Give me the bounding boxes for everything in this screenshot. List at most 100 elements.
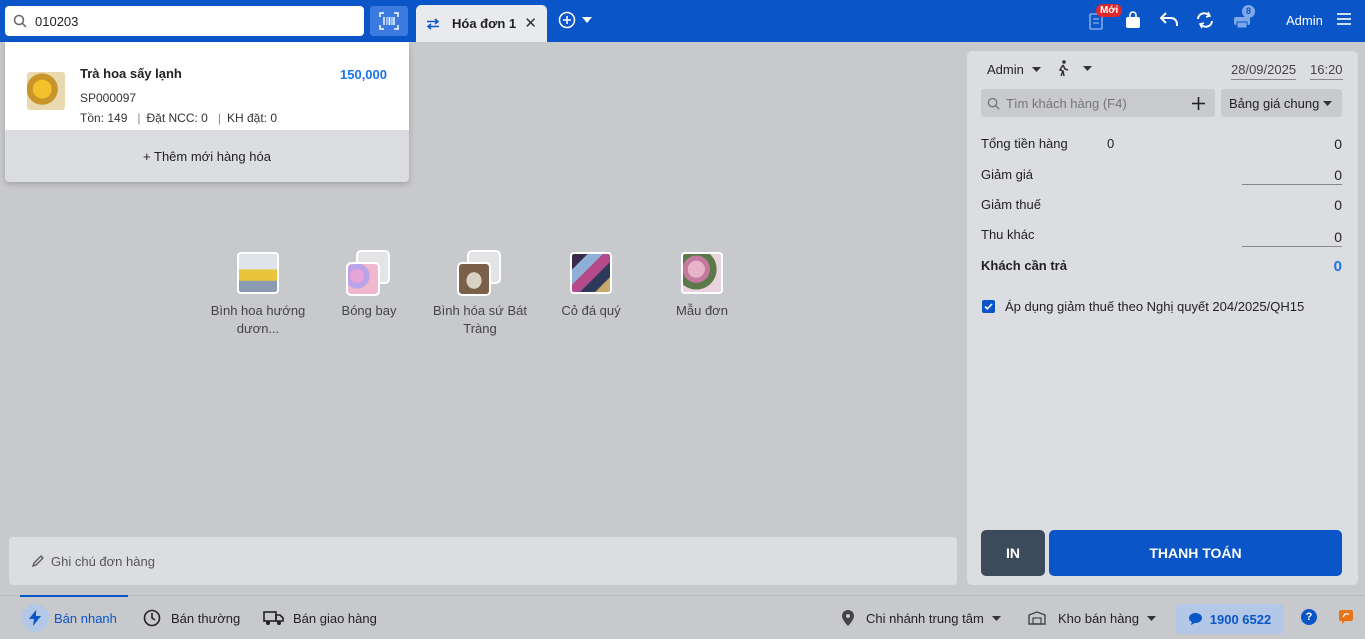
category-image bbox=[679, 250, 725, 296]
hotline-button[interactable]: 1900 6522 bbox=[1176, 604, 1284, 634]
caret-down-icon bbox=[1031, 67, 1041, 72]
caret-down-icon bbox=[1146, 615, 1156, 621]
customer-search-box[interactable] bbox=[981, 89, 1215, 117]
total-row: Tổng tiền hàng 0 0 bbox=[981, 136, 1342, 152]
search-result-item[interactable]: Trà hoa sấy lạnh 150,000 SP000097 Tồn: 1… bbox=[5, 42, 409, 130]
mode-quick-sale[interactable]: Bán nhanh bbox=[21, 596, 117, 639]
hotline-number: 1900 6522 bbox=[1209, 611, 1272, 627]
sync-icon[interactable] bbox=[1196, 11, 1214, 29]
add-new-product-button[interactable]: + Thêm mới hàng hóa bbox=[5, 130, 409, 182]
caret-down-icon bbox=[582, 17, 592, 23]
help-icon[interactable]: ? bbox=[1301, 609, 1317, 625]
category-balloons[interactable]: Bóng bay bbox=[314, 250, 424, 320]
total-label: Tổng tiền hàng bbox=[981, 136, 1068, 151]
clock-icon bbox=[143, 609, 161, 627]
category-image bbox=[235, 250, 281, 296]
walking-person-icon bbox=[1058, 60, 1069, 77]
category-label: Bóng bay bbox=[341, 303, 397, 318]
caret-down-icon bbox=[1323, 100, 1332, 106]
caret-down-icon bbox=[991, 615, 1001, 621]
apply-tax-checkbox[interactable] bbox=[982, 300, 995, 313]
mode-label: Bán thường bbox=[171, 610, 241, 626]
to-pay-row: Khách cần trả 0 bbox=[981, 258, 1342, 275]
price-list-selector[interactable]: Bảng giá chung bbox=[1221, 89, 1342, 117]
category-image bbox=[346, 250, 392, 296]
lightning-icon bbox=[21, 604, 49, 632]
user-name[interactable]: Admin bbox=[1286, 13, 1323, 28]
product-search-input[interactable] bbox=[35, 13, 345, 29]
print-button[interactable]: IN bbox=[981, 530, 1045, 576]
tab-invoice-1[interactable]: Hóa đơn 1 ✕ bbox=[416, 5, 547, 42]
product-price: 150,000 bbox=[340, 67, 387, 82]
seller-selector[interactable]: Admin bbox=[987, 62, 1041, 77]
tax-reduction-row: Giảm thuế 0 bbox=[981, 197, 1342, 213]
other-income-input[interactable]: 0 bbox=[1242, 229, 1342, 247]
warehouse-icon bbox=[1028, 611, 1046, 625]
hamburger-menu-icon[interactable] bbox=[1337, 13, 1351, 25]
apply-tax-label: Áp dụng giảm thuế theo Nghị quyết 204/20… bbox=[1005, 299, 1305, 314]
category-gem-grass[interactable]: Cỏ đá quý bbox=[536, 250, 646, 320]
discount-row: Giảm giá 0 bbox=[981, 167, 1342, 185]
product-code: SP000097 bbox=[80, 91, 137, 105]
category-bat-trang-vase[interactable]: Bình hóa sứ Bát Tràng bbox=[425, 250, 535, 338]
mode-normal-sale[interactable]: Bán thường bbox=[143, 596, 240, 639]
undo-icon[interactable] bbox=[1160, 11, 1178, 27]
category-image bbox=[568, 250, 614, 296]
customer-order-count: KH đặt: 0 bbox=[226, 111, 278, 125]
apply-tax-checkbox-row[interactable]: Áp dụng giảm thuế theo Nghị quyết 204/20… bbox=[982, 299, 1304, 314]
add-tab-button[interactable] bbox=[558, 11, 592, 29]
other-income-label: Thu khác bbox=[981, 227, 1035, 242]
feedback-icon[interactable] bbox=[1339, 610, 1353, 624]
search-icon bbox=[987, 97, 1000, 110]
product-name: Trà hoa sấy lạnh bbox=[80, 66, 182, 81]
add-customer-icon[interactable] bbox=[1192, 96, 1205, 110]
truck-icon bbox=[263, 611, 284, 625]
branch-name: Chi nhánh trung tâm bbox=[866, 610, 984, 626]
close-tab-icon[interactable]: ✕ bbox=[524, 14, 537, 32]
pencil-icon bbox=[31, 555, 44, 568]
category-label: Cỏ đá quý bbox=[561, 303, 621, 318]
discount-label: Giảm giá bbox=[981, 167, 1034, 182]
shopping-bag-icon[interactable] bbox=[1125, 11, 1141, 29]
discount-input[interactable]: 0 bbox=[1242, 167, 1342, 185]
check-icon bbox=[984, 303, 993, 310]
category-sunflower-vase[interactable]: Bình hoa hướng dươn... bbox=[203, 250, 313, 338]
plus-circle-icon bbox=[558, 11, 576, 29]
total-value: 0 bbox=[1334, 136, 1342, 152]
warehouse-selector[interactable]: Kho bán hàng bbox=[1028, 596, 1156, 639]
barcode-icon bbox=[379, 12, 399, 30]
stock-count: Tồn: 149 bbox=[80, 111, 128, 125]
category-peony[interactable]: Mẫu đơn bbox=[647, 250, 757, 320]
mode-delivery-sale[interactable]: Bán giao hàng bbox=[263, 596, 377, 639]
order-note-placeholder: Ghi chú đơn hàng bbox=[51, 553, 155, 569]
branch-selector[interactable]: Chi nhánh trung tâm bbox=[842, 596, 1001, 639]
sales-channel-selector[interactable] bbox=[1057, 60, 1092, 77]
caret-down-icon bbox=[1083, 66, 1092, 71]
mode-label: Bán giao hàng bbox=[293, 610, 377, 626]
customer-search-input[interactable] bbox=[1006, 95, 1186, 111]
search-icon bbox=[13, 14, 27, 28]
total-qty: 0 bbox=[1107, 136, 1115, 151]
chat-icon bbox=[1188, 613, 1202, 625]
invoice-date[interactable]: 28/09/2025 bbox=[1231, 62, 1297, 80]
category-label: Bình hóa sứ Bát Tràng bbox=[433, 303, 527, 336]
new-badge: Mới bbox=[1096, 4, 1123, 17]
product-thumbnail bbox=[27, 72, 65, 110]
pay-button[interactable]: THANH TOÁN bbox=[1049, 530, 1342, 576]
top-bar: Hóa đơn 1 ✕ Mới 8 Admin bbox=[0, 0, 1365, 42]
barcode-scan-button[interactable] bbox=[370, 6, 408, 36]
mode-label: Bán nhanh bbox=[54, 610, 117, 626]
category-label: Mẫu đơn bbox=[676, 303, 728, 318]
checkout-panel: Admin 28/09/2025 16:20 Bảng giá chung Tổ… bbox=[967, 51, 1358, 585]
to-pay-value: 0 bbox=[1333, 258, 1342, 275]
price-list-label: Bảng giá chung bbox=[1229, 95, 1320, 111]
product-search-box[interactable] bbox=[5, 6, 364, 36]
supplier-order-count: Đặt NCC: 0 bbox=[146, 111, 208, 125]
bottom-bar: Bán nhanh Bán thường Bán giao hàng Chi n… bbox=[0, 595, 1365, 639]
invoice-time[interactable]: 16:20 bbox=[1310, 62, 1343, 80]
search-results-dropdown: Trà hoa sấy lạnh 150,000 SP000097 Tồn: 1… bbox=[5, 42, 409, 182]
tab-label: Hóa đơn 1 bbox=[452, 16, 517, 31]
warehouse-name: Kho bán hàng bbox=[1058, 610, 1139, 626]
product-stock-info: Tồn: 149 | Đặt NCC: 0 | KH đặt: 0 bbox=[80, 111, 278, 125]
order-note-field[interactable]: Ghi chú đơn hàng bbox=[9, 537, 957, 585]
